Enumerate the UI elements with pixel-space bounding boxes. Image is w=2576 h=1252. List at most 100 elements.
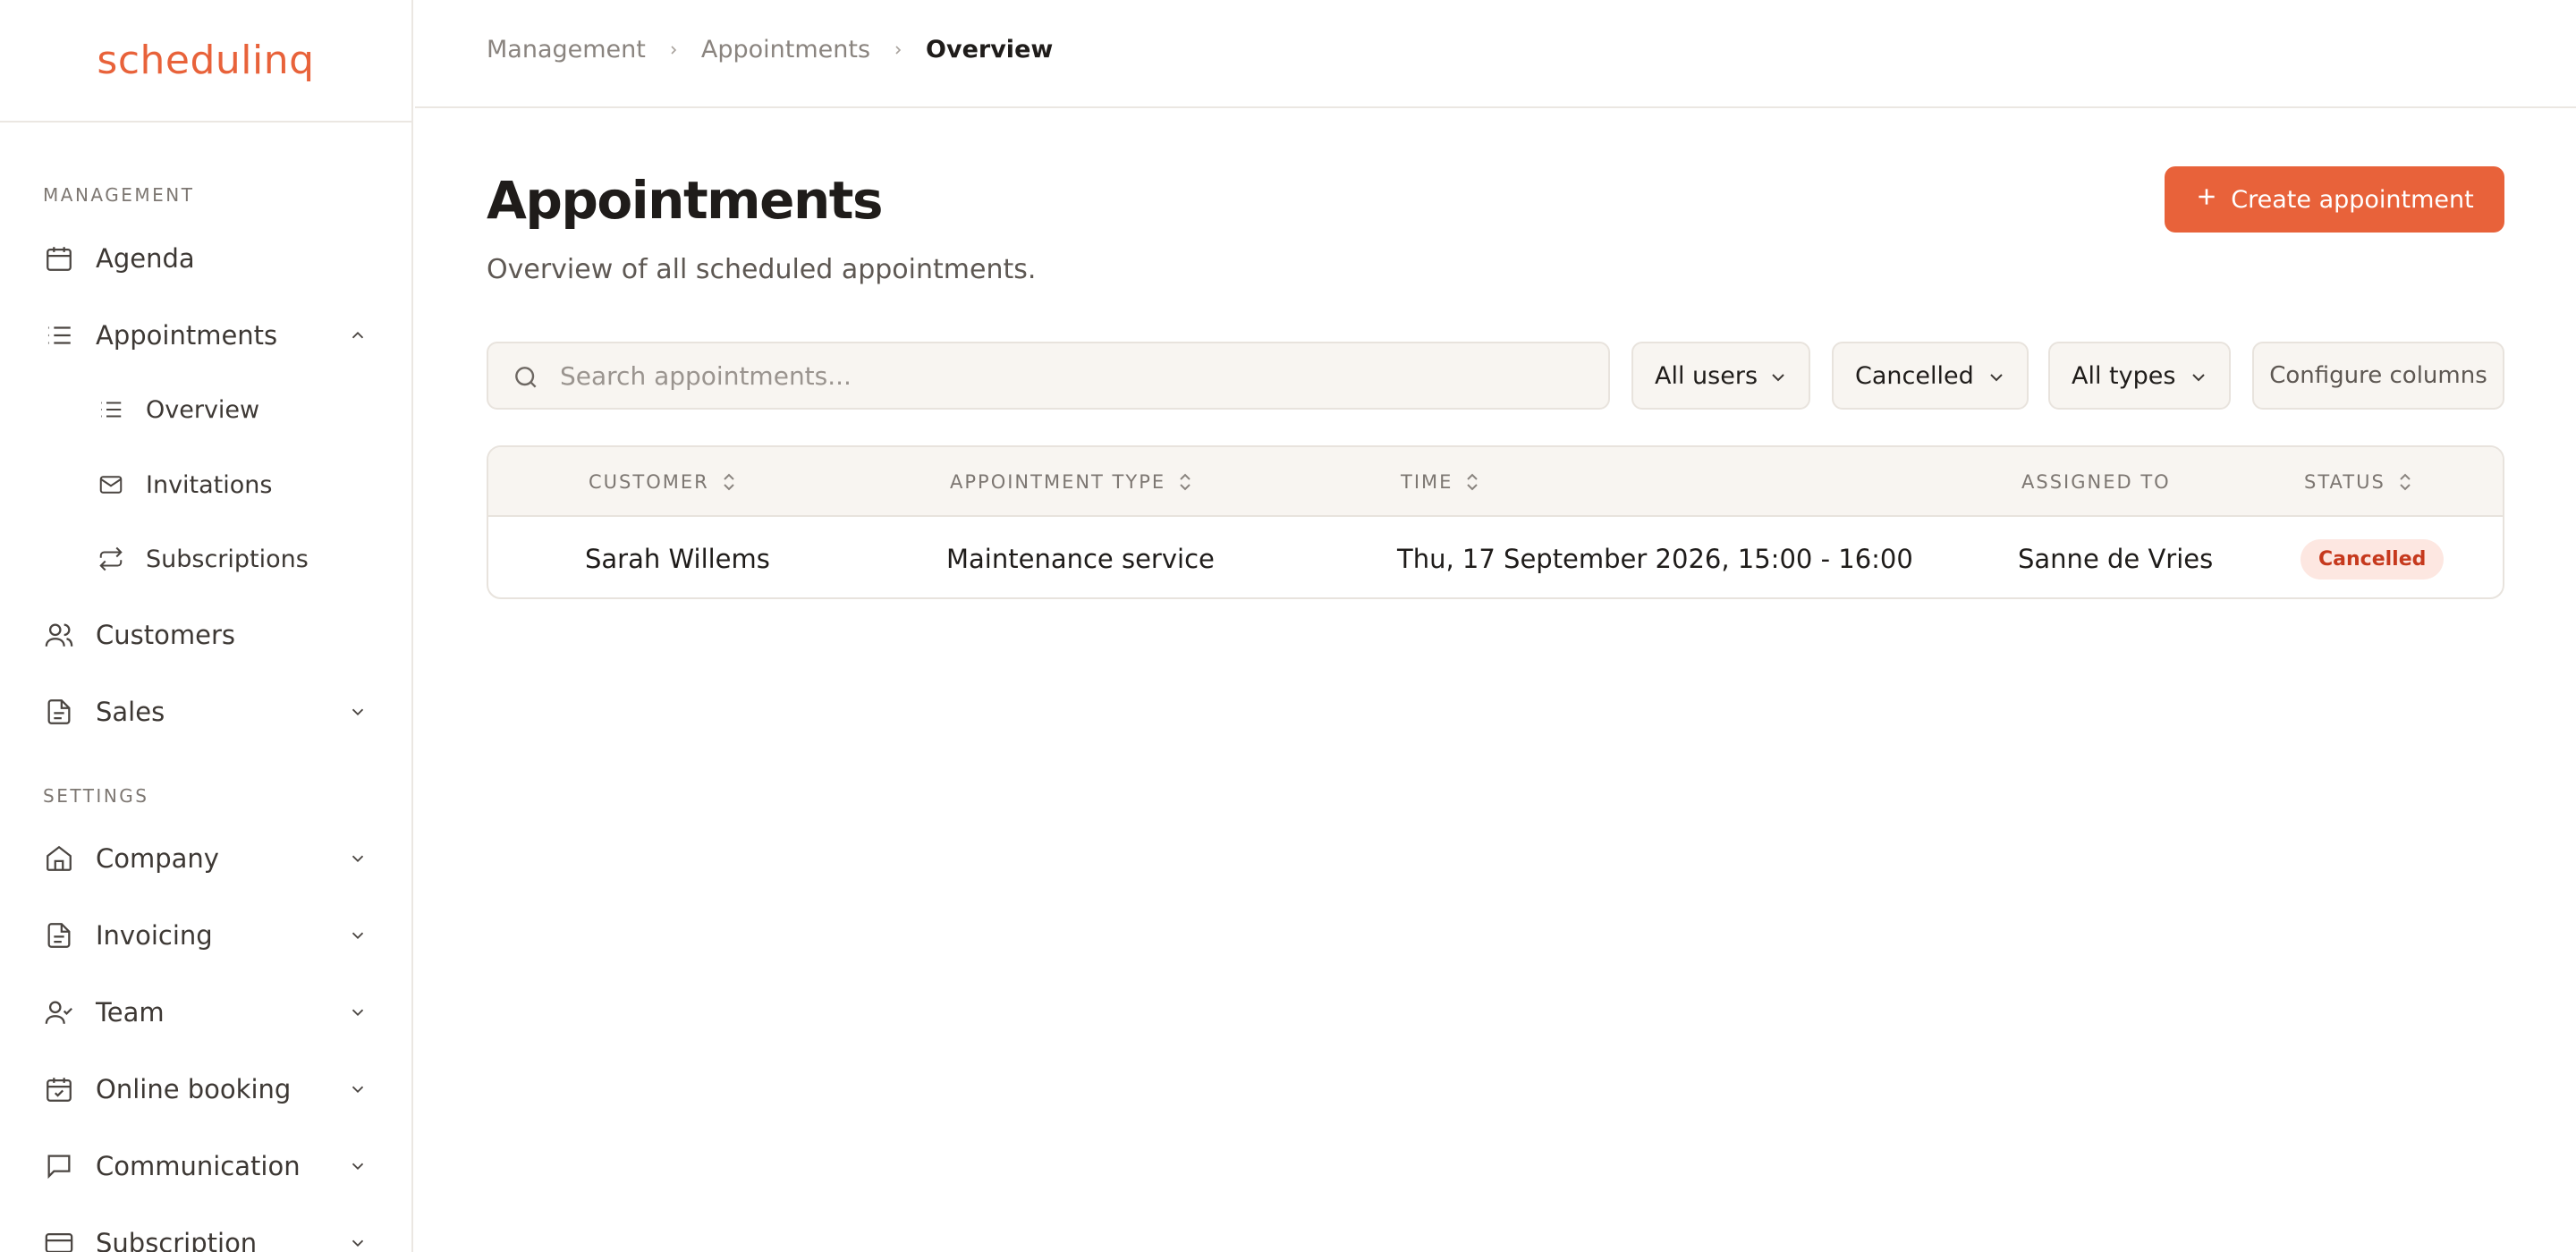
sidebar-item-online-booking[interactable]: Online booking xyxy=(0,1058,411,1121)
status-filter-value: Cancelled xyxy=(1855,361,1974,390)
sort-icon xyxy=(2396,471,2414,493)
section-label-settings: Settings xyxy=(43,785,149,807)
cell-status: Cancelled xyxy=(2301,519,2445,597)
chevron-down-icon xyxy=(345,923,370,948)
column-header-label: Assigned to xyxy=(2021,471,2171,493)
sidebar-item-invoicing[interactable]: Invoicing xyxy=(0,904,411,967)
cell-appointment-type: Maintenance service xyxy=(946,544,1215,574)
cell-customer: Sarah Willems xyxy=(585,544,770,574)
filter-bar: All users Cancelled All types Configure … xyxy=(487,342,2504,410)
create-appointment-button[interactable]: Create appointment xyxy=(2165,166,2504,233)
sidebar-subitem-label: Invitations xyxy=(146,470,273,499)
types-filter-value: All types xyxy=(2072,361,2176,390)
plus-icon xyxy=(2195,185,2218,215)
cell-assigned-to: Sanne de Vries xyxy=(2018,544,2214,574)
repeat-icon xyxy=(95,543,127,575)
create-appointment-label: Create appointment xyxy=(2231,185,2474,214)
sidebar-item-communication[interactable]: Communication xyxy=(0,1135,411,1197)
chevron-down-icon xyxy=(345,1154,370,1179)
sidebar-subitem-overview[interactable]: Overview xyxy=(0,381,411,438)
sidebar-item-label: Subscription xyxy=(96,1228,258,1252)
table-row[interactable]: Sarah Willems Maintenance service Thu, 1… xyxy=(488,519,2503,597)
column-header-customer[interactable]: Customer xyxy=(589,447,738,517)
column-header-status[interactable]: Status xyxy=(2304,447,2414,517)
users-filter-value: All users xyxy=(1655,361,1758,390)
calendar-icon xyxy=(41,241,77,276)
breadcrumb-management[interactable]: Management xyxy=(487,36,646,63)
calendar-check-icon xyxy=(41,1071,77,1107)
chevron-down-icon xyxy=(345,1000,370,1025)
page-title: Appointments xyxy=(487,170,883,231)
breadcrumb-overview: Overview xyxy=(926,36,1054,63)
page-subtitle: Overview of all scheduled appointments. xyxy=(487,254,1037,285)
types-filter-dropdown[interactable]: All types xyxy=(2048,342,2231,410)
sidebar-item-sales[interactable]: Sales xyxy=(0,681,411,743)
column-header-label: Status xyxy=(2304,471,2385,493)
home-icon xyxy=(41,841,77,876)
column-header-assigned-to: Assigned to xyxy=(2021,447,2171,517)
sidebar-item-team[interactable]: Team xyxy=(0,981,411,1044)
sidebar-item-label: Agenda xyxy=(96,243,195,274)
list-icon xyxy=(41,317,77,353)
chevron-right-icon xyxy=(665,42,682,58)
list-icon xyxy=(95,393,127,426)
sidebar: schedulinq Management Agenda Appointment… xyxy=(0,0,413,1252)
sidebar-item-company[interactable]: Company xyxy=(0,827,411,890)
search-box xyxy=(487,342,1610,410)
chevron-down-icon xyxy=(345,846,370,871)
sidebar-item-label: Sales xyxy=(96,697,165,727)
chevron-down-icon xyxy=(345,1231,370,1252)
sidebar-item-label: Customers xyxy=(96,620,235,650)
column-header-label: Appointment type xyxy=(950,471,1166,493)
status-filter-dropdown[interactable]: Cancelled xyxy=(1832,342,2029,410)
sidebar-item-agenda[interactable]: Agenda xyxy=(0,227,411,290)
column-header-appointment-type[interactable]: Appointment type xyxy=(950,447,1194,517)
top-bar: Management Appointments Overview xyxy=(415,0,2576,108)
logo[interactable]: schedulinq xyxy=(97,38,314,83)
user-check-icon xyxy=(41,994,77,1030)
sidebar-subitem-invitations[interactable]: Invitations xyxy=(0,456,411,513)
section-label-management: Management xyxy=(43,184,195,206)
configure-columns-button[interactable]: Configure columns xyxy=(2252,342,2504,410)
status-badge: Cancelled xyxy=(2301,538,2445,579)
chevron-down-icon xyxy=(1986,367,2007,388)
sort-icon xyxy=(1176,471,1194,493)
table-header: Customer Appointment type Time Assigned … xyxy=(488,447,2503,517)
column-header-label: Customer xyxy=(589,471,709,493)
sidebar-item-label: Invoicing xyxy=(96,920,213,951)
sidebar-item-appointments[interactable]: Appointments xyxy=(0,304,411,367)
users-filter-dropdown[interactable]: All users xyxy=(1631,342,1810,410)
document-icon xyxy=(41,694,77,730)
sort-icon xyxy=(1463,471,1481,493)
search-input[interactable] xyxy=(560,343,1589,408)
search-icon xyxy=(512,363,540,392)
configure-columns-label: Configure columns xyxy=(2269,362,2487,389)
chevron-down-icon xyxy=(1767,367,1789,388)
sidebar-item-label: Online booking xyxy=(96,1074,292,1104)
message-icon xyxy=(41,1148,77,1184)
cell-time: Thu, 17 September 2026, 15:00 - 16:00 xyxy=(1397,544,1913,574)
sidebar-item-label: Appointments xyxy=(96,320,278,351)
chevron-down-icon xyxy=(2188,367,2209,388)
appointments-table: Customer Appointment type Time Assigned … xyxy=(487,445,2504,599)
column-header-label: Time xyxy=(1401,471,1453,493)
sidebar-subitem-label: Overview xyxy=(146,395,260,424)
mail-icon xyxy=(95,469,127,501)
column-header-time[interactable]: Time xyxy=(1401,447,1481,517)
breadcrumb-appointments[interactable]: Appointments xyxy=(701,36,870,63)
document-icon xyxy=(41,918,77,953)
sidebar-subitem-label: Subscriptions xyxy=(146,545,309,573)
credit-card-icon xyxy=(41,1225,77,1252)
breadcrumb: Management Appointments Overview xyxy=(487,36,1053,63)
sidebar-item-label: Communication xyxy=(96,1151,301,1181)
chevron-right-icon xyxy=(890,42,906,58)
logo-area: schedulinq xyxy=(0,0,411,123)
sort-icon xyxy=(720,471,738,493)
chevron-down-icon xyxy=(345,1077,370,1102)
sidebar-item-customers[interactable]: Customers xyxy=(0,604,411,666)
sidebar-item-subscription[interactable]: Subscription xyxy=(0,1212,411,1252)
sidebar-subitem-subscriptions[interactable]: Subscriptions xyxy=(0,530,411,588)
sidebar-item-label: Company xyxy=(96,843,219,874)
chevron-down-icon xyxy=(345,699,370,724)
chevron-up-icon xyxy=(345,323,370,348)
